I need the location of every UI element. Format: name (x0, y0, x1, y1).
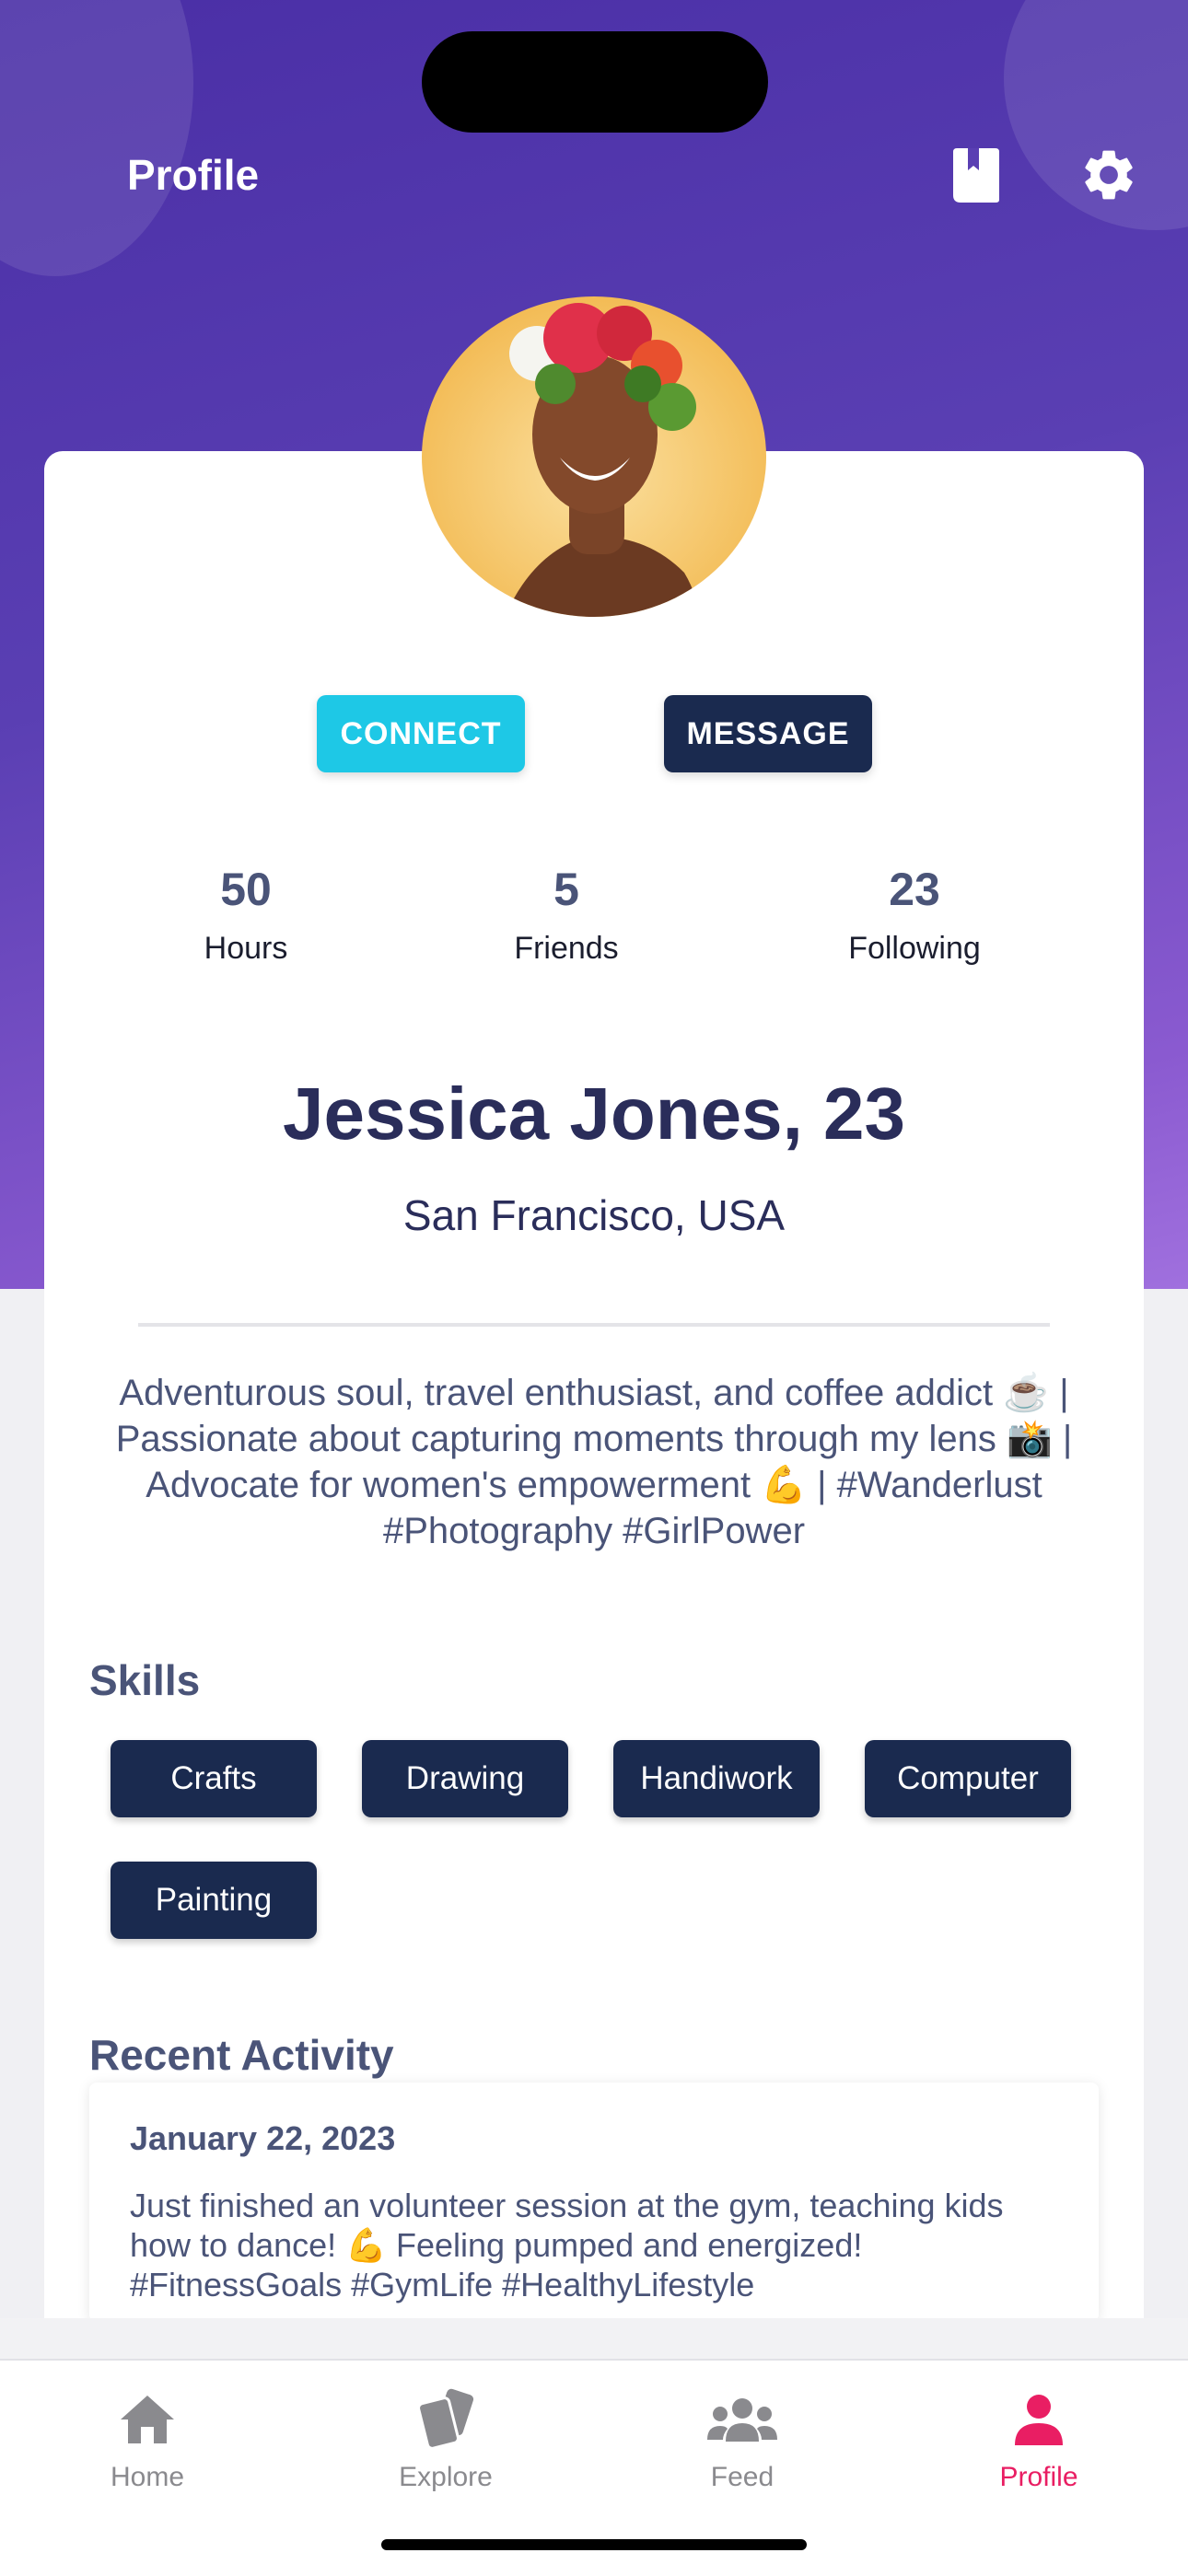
home-indicator[interactable] (381, 2539, 807, 2550)
tab-label: Profile (999, 2462, 1078, 2492)
skill-chip[interactable]: Drawing (362, 1740, 568, 1817)
avatar (422, 296, 766, 617)
tab-label: Explore (399, 2462, 493, 2492)
tab-home[interactable]: Home (55, 2383, 239, 2493)
skill-chip[interactable]: Computer (865, 1740, 1071, 1817)
person-icon (1015, 2395, 1063, 2445)
stat-following[interactable]: 23 Following (795, 862, 1034, 969)
recent-activity-title: Recent Activity (89, 2031, 394, 2079)
people-icon (707, 2398, 777, 2442)
stat-value: 5 (553, 864, 579, 915)
activity-card[interactable]: January 22, 2023 Just finished an volunt… (89, 2083, 1099, 2322)
profile-location: San Francisco, USA (402, 1191, 786, 1239)
tab-profile[interactable]: Profile (947, 2383, 1131, 2493)
message-button[interactable]: MESSAGE (664, 695, 872, 772)
activity-text: Just finished an volunteer session at th… (130, 2187, 1004, 2303)
bookmark-button[interactable] (941, 140, 1011, 210)
stat-label: Following (848, 931, 981, 966)
skill-chip[interactable]: Crafts (111, 1740, 317, 1817)
decorative-circle-left (0, 0, 193, 276)
skill-chip[interactable]: Painting (111, 1862, 317, 1939)
tab-label: Feed (710, 2462, 775, 2492)
divider (138, 1323, 1050, 1327)
cards-icon (417, 2388, 474, 2450)
stat-hours: 50 Hours (126, 862, 366, 969)
stat-label: Friends (514, 931, 619, 966)
stat-label: Hours (204, 931, 288, 966)
skills-title: Skills (89, 1656, 201, 1704)
gear-icon (1085, 150, 1133, 200)
connect-button[interactable]: CONNECT (317, 695, 525, 772)
home-icon (121, 2396, 174, 2443)
dynamic-island (422, 31, 768, 133)
stat-value: 50 (220, 864, 272, 915)
page-title: Profile (127, 151, 260, 199)
tab-label: Home (110, 2462, 185, 2492)
skill-chip[interactable]: Handiwork (613, 1740, 820, 1817)
tab-explore[interactable]: Explore (354, 2383, 538, 2493)
profile-name: Jessica Jones, 23 (282, 1073, 906, 1155)
scroll-edge (0, 2318, 1188, 2359)
stat-value: 23 (889, 864, 940, 915)
stat-friends[interactable]: 5 Friends (447, 862, 686, 969)
profile-bio: Adventurous soul, travel enthusiast, and… (115, 1373, 1073, 1551)
tab-feed[interactable]: Feed (650, 2383, 834, 2493)
activity-date: January 22, 2023 (130, 2119, 396, 2157)
settings-button[interactable] (1074, 140, 1144, 210)
bookmark-icon (953, 148, 999, 203)
